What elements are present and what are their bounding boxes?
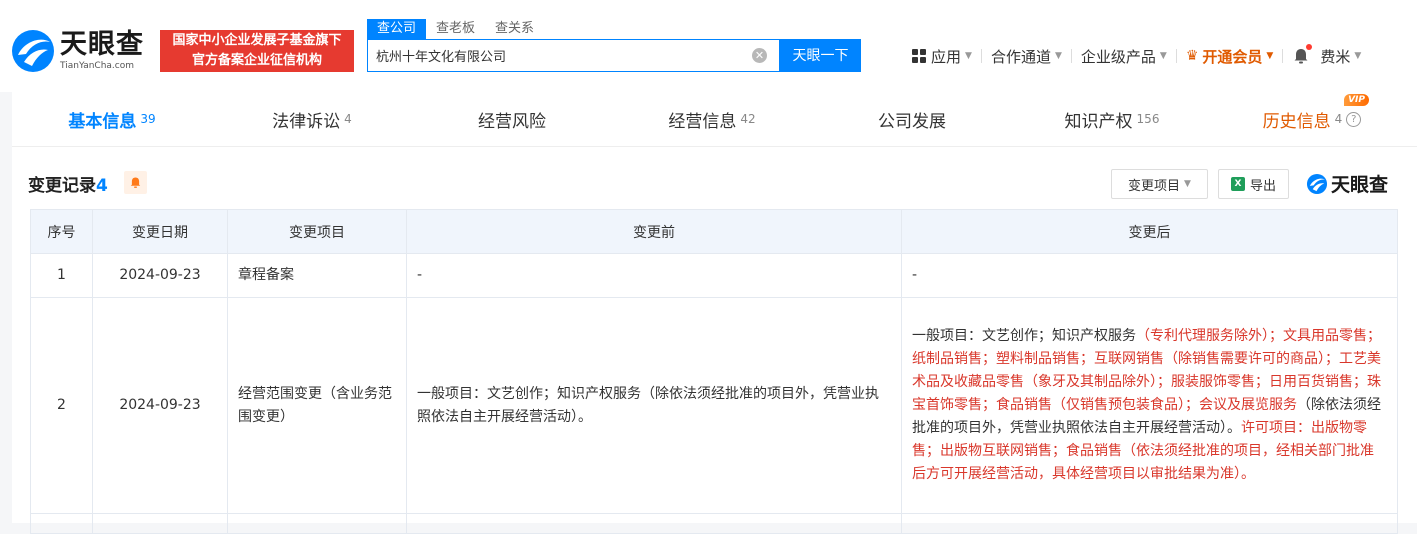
official-banner: 国家中小企业发展子基金旗下 官方备案企业征信机构	[160, 30, 354, 72]
nav-channel[interactable]: 合作通道 ▼	[991, 46, 1062, 67]
change-records-table: 序号 变更日期 变更项目 变更前 变更后 1 2024-09-23 章程备案 -…	[30, 209, 1398, 534]
search-tab-relation[interactable]: 查关系	[485, 19, 544, 39]
divider	[1282, 49, 1284, 63]
caret-down-icon: ▼	[965, 51, 972, 61]
logo-subtitle: TianYanCha.com	[60, 61, 135, 71]
top-nav: 应用 ▼ 合作通道 ▼ 企业级产品 ▼ ♛ 开通会员 ▼ 费米 ▼	[912, 44, 1361, 68]
search-tab-company[interactable]: 查公司	[367, 19, 427, 39]
company-tabs: 基本信息 39 法律诉讼 4 经营风险 经营信息 42 公司发展 知识产权 156 VI…	[12, 92, 1417, 146]
tab-business-info[interactable]: 经营信息 42	[612, 92, 812, 146]
notification-bell-icon[interactable]	[1292, 44, 1313, 65]
cell-before: 一般项目：文艺创作；知识产权服务（除依法须经批准的项目外，凭营业执照依法自主开展…	[406, 297, 902, 514]
col-header-before: 变更前	[406, 209, 902, 254]
table-header-row: 序号 变更日期 变更项目 变更前 变更后	[30, 209, 1398, 254]
search-type-tabs: 查公司 查老板 查关系	[367, 19, 544, 39]
table-row: 2 2024-09-23 经营范围变更（含业务范围变更） 一般项目：文艺创作；知…	[30, 297, 1398, 514]
caret-down-icon: ▼	[1266, 51, 1274, 61]
tianyancha-logo-icon	[1306, 173, 1328, 194]
tab-basic-info[interactable]: 基本信息 39	[12, 92, 212, 146]
cell-no: 1	[30, 253, 93, 298]
change-item-filter-button[interactable]: 变更项目 ▼	[1111, 169, 1208, 199]
clear-icon[interactable]: ✕	[752, 48, 767, 63]
crown-icon: ♛	[1185, 48, 1199, 64]
section-title: 变更记录4	[28, 176, 108, 196]
excel-icon: X	[1230, 177, 1245, 191]
cell-after: 一般项目：文艺创作；知识产权服务（专利代理服务除外）；文具用品零售；纸制品销售；…	[901, 297, 1398, 514]
col-header-item: 变更项目	[227, 209, 407, 254]
cell-item: 章程备案	[227, 253, 407, 298]
tab-development[interactable]: 公司发展	[812, 92, 1012, 146]
tab-legal[interactable]: 法律诉讼 4	[212, 92, 412, 146]
help-icon[interactable]: ?	[1346, 111, 1362, 127]
table-row: 1 2024-09-23 章程备案 - -	[30, 253, 1398, 298]
logo-title: 天眼查	[60, 29, 144, 60]
nav-apps[interactable]: 应用 ▼	[912, 46, 972, 67]
site-logo[interactable]: 天眼查 TianYanCha.com	[10, 28, 144, 74]
caret-down-icon: ▼	[1354, 51, 1362, 61]
divider	[1175, 49, 1177, 63]
nav-user[interactable]: 费米 ▼	[1320, 46, 1361, 67]
vip-badge: VIP	[1344, 94, 1369, 106]
cell-item: 经营范围变更（含业务范围变更）	[227, 297, 407, 514]
cell-date: 2024-09-23	[92, 253, 228, 298]
cell-no: 2	[30, 297, 93, 514]
search-box: ✕	[367, 39, 780, 72]
caret-down-icon: ▼	[1159, 51, 1167, 61]
cell-before: -	[406, 253, 902, 298]
col-header-no: 序号	[30, 209, 93, 254]
caret-down-icon: ▼	[1054, 51, 1062, 61]
col-header-after: 变更后	[901, 209, 1398, 254]
col-header-date: 变更日期	[92, 209, 228, 254]
nav-enterprise[interactable]: 企业级产品 ▼	[1081, 46, 1167, 67]
tab-history[interactable]: VIP 历史信息 4 ?	[1212, 92, 1412, 146]
tianyancha-logo-icon	[12, 30, 54, 72]
search-button[interactable]: 天眼一下	[780, 39, 861, 72]
table-row	[30, 513, 1398, 534]
cell-after: -	[901, 253, 1398, 298]
apps-grid-icon	[912, 49, 926, 63]
nav-vip[interactable]: ♛ 开通会员 ▼	[1186, 46, 1274, 67]
subscribe-bell-icon[interactable]	[124, 171, 147, 194]
change-records-section: 变更记录4 变更项目 ▼ X 导出 天眼查 序号 变更日期 变更项目 变更前 变更后	[12, 147, 1417, 534]
divider	[1070, 49, 1072, 63]
tab-risk[interactable]: 经营风险	[412, 92, 612, 146]
top-header: 天眼查 TianYanCha.com 国家中小企业发展子基金旗下 官方备案企业征…	[0, 0, 1417, 92]
notification-dot	[1306, 44, 1313, 50]
cell-date: 2024-09-23	[92, 297, 228, 514]
search-input[interactable]	[368, 40, 738, 71]
tab-ip[interactable]: 知识产权 156	[1012, 92, 1212, 146]
export-button[interactable]: X 导出	[1218, 169, 1289, 199]
search-tab-boss[interactable]: 查老板	[426, 19, 485, 39]
divider	[980, 49, 982, 63]
watermark-logo: 天眼查	[1306, 170, 1388, 197]
caret-down-icon: ▼	[1184, 179, 1191, 189]
